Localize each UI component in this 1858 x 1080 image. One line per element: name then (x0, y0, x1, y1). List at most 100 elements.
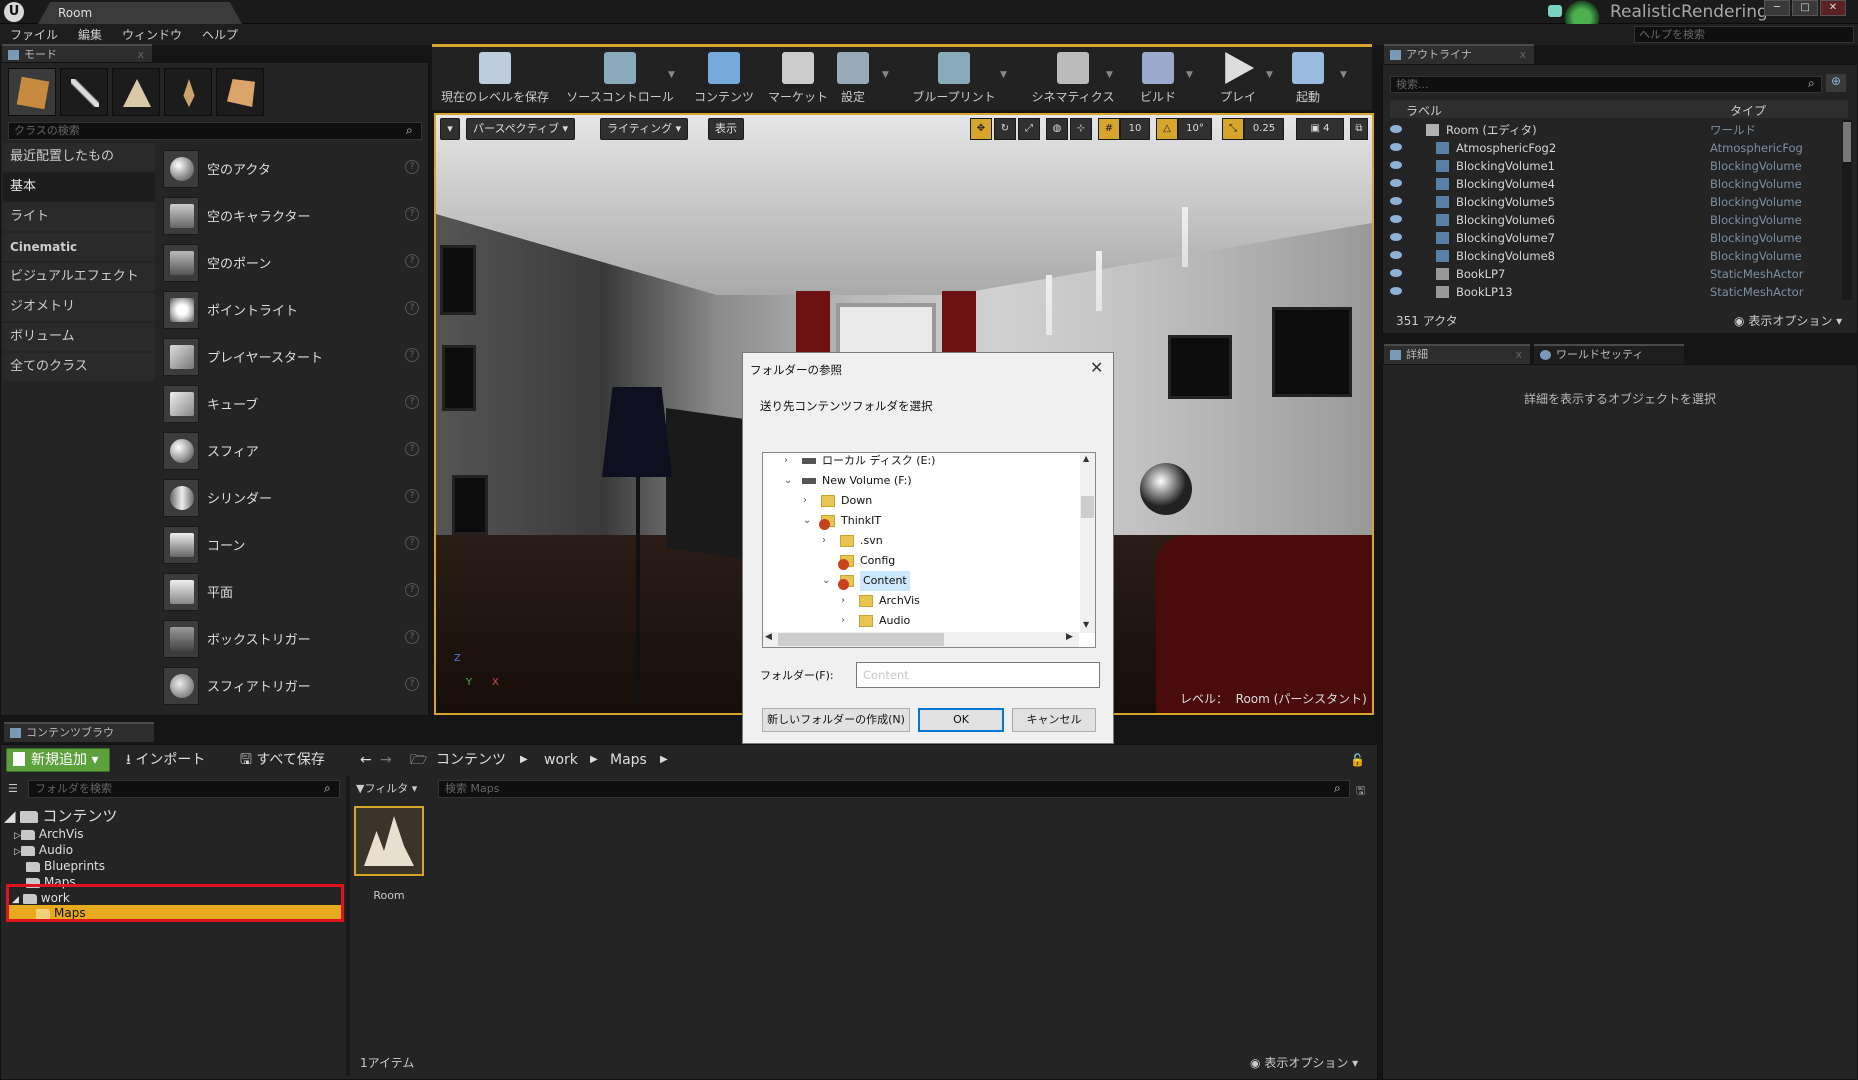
menu-window[interactable]: ウィンドウ (122, 26, 182, 43)
camera-speed-button[interactable]: ▣ 4 (1296, 118, 1344, 140)
category-all-classes[interactable]: 全てのクラス (3, 353, 155, 381)
category-recent[interactable]: 最近配置したもの (3, 143, 155, 171)
visibility-eye-icon[interactable] (1390, 233, 1402, 241)
asset-thumbnail-room[interactable] (354, 806, 424, 876)
column-type[interactable]: タイプ (1730, 102, 1766, 119)
outliner-row[interactable]: AtmosphericFog2 AtmosphericFog (1390, 139, 1840, 157)
rotate-tool-icon[interactable]: ↻ (994, 118, 1016, 140)
place-mode-button[interactable] (8, 68, 56, 116)
dialog-tree-item[interactable]: › ArchVis (764, 591, 1078, 611)
chevron-right-icon[interactable]: › (822, 531, 826, 551)
breadcrumb-separator-icon[interactable]: ▶ (590, 748, 598, 772)
help-icon[interactable]: ? (405, 348, 419, 362)
actor-item-sphere-trigger[interactable]: スフィアトリガー? (163, 663, 423, 708)
breadcrumb-contents[interactable]: コンテンツ (436, 748, 506, 772)
toolbar-save-level-button[interactable]: 現在のレベルを保存 (440, 48, 550, 108)
dialog-tree-item[interactable]: Config (764, 551, 1078, 571)
toolbar-dropdown-icon[interactable]: ▼ (1000, 70, 1007, 80)
translate-tool-icon[interactable]: ✥ (970, 118, 992, 140)
help-icon[interactable]: ? (405, 536, 419, 550)
dialog-tree-item[interactable]: ⌄ New Volume (F:) (764, 471, 1078, 491)
cancel-button[interactable]: キャンセル (1012, 708, 1096, 732)
maximize-button[interactable]: □ (1792, 0, 1818, 16)
filter-button[interactable]: ▼フィルタ ▾ (356, 780, 428, 798)
splitter[interactable] (346, 776, 350, 1076)
category-volumes[interactable]: ボリューム (3, 323, 155, 351)
chevron-down-icon[interactable]: ⌄ (822, 571, 830, 591)
asset-search-input[interactable]: 検索 Maps (438, 780, 1350, 798)
chat-icon[interactable] (1548, 5, 1562, 17)
close-button[interactable]: ✕ (1820, 0, 1846, 16)
world-local-icon[interactable]: ◍ (1046, 118, 1068, 140)
actor-item-plane[interactable]: 平面? (163, 569, 423, 614)
toolbar-dropdown-icon[interactable]: ▼ (668, 70, 675, 80)
scale-snap-icon[interactable]: ⤡ (1222, 118, 1244, 140)
toolbar-settings-button[interactable]: 設定 (826, 48, 880, 108)
actor-item-cube[interactable]: キューブ? (163, 381, 423, 426)
toolbar-launch-button[interactable]: 起動 (1276, 48, 1340, 108)
dialog-tree-item[interactable]: › Down (764, 491, 1078, 511)
maximize-viewport-icon[interactable]: ⧉ (1350, 118, 1368, 140)
breadcrumb-maps[interactable]: Maps (610, 748, 647, 772)
dialog-vertical-scrollbar[interactable] (1080, 453, 1095, 633)
outliner-row[interactable]: BookLP7 StaticMeshActor (1390, 265, 1840, 283)
dialog-tree-item[interactable]: › ローカル ディスク (E:) (764, 451, 1078, 471)
landscape-mode-button[interactable] (112, 68, 160, 116)
help-icon[interactable]: ? (405, 442, 419, 456)
outliner-view-options[interactable]: ◉ 表示オプション ▾ (1734, 312, 1842, 329)
chevron-down-icon[interactable]: ⌄ (803, 511, 811, 531)
help-icon[interactable]: ? (405, 677, 419, 691)
chevron-right-icon[interactable]: › (803, 491, 807, 511)
chevron-down-icon[interactable]: ⌄ (784, 471, 792, 491)
dialog-tree-item[interactable]: › .svn (764, 531, 1078, 551)
tab-outliner[interactable]: アウトライナ x (1384, 44, 1534, 64)
dialog-horizontal-scroll-thumb[interactable] (778, 633, 944, 646)
grid-snap-icon[interactable]: # (1098, 118, 1120, 140)
tab-modes[interactable]: モード x (2, 44, 152, 64)
toolbar-dropdown-icon[interactable]: ▼ (1266, 70, 1273, 80)
toolbar-dropdown-icon[interactable]: ▼ (1186, 70, 1193, 80)
actor-item-cone[interactable]: コーン? (163, 522, 423, 567)
scroll-right-icon[interactable]: ▶ (1066, 632, 1073, 642)
perspective-button[interactable]: パースペクティブ ▾ (466, 118, 576, 140)
dialog-tree-item[interactable]: ⌄ ThinkIT (764, 511, 1078, 531)
category-basic[interactable]: 基本 (3, 173, 155, 201)
category-cinematic[interactable]: Cinematic (3, 233, 155, 261)
tab-content-browser[interactable]: コンテンツブラウ (4, 722, 154, 742)
close-icon[interactable]: x (1519, 46, 1526, 64)
help-icon[interactable]: ? (405, 207, 419, 221)
content-view-options[interactable]: ◉ 表示オプション ▾ (1250, 1054, 1358, 1071)
help-icon[interactable]: ? (405, 630, 419, 644)
visibility-eye-icon[interactable] (1390, 179, 1402, 187)
category-geometry[interactable]: ジオメトリ (3, 293, 155, 321)
help-icon[interactable]: ? (405, 160, 419, 174)
foliage-mode-button[interactable] (164, 68, 212, 116)
history-forward-icon[interactable]: → (380, 748, 392, 772)
new-folder-button[interactable]: 新しいフォルダーの作成(N) (762, 708, 910, 732)
save-all-button[interactable]: 🖫 すべて保存 (240, 748, 325, 772)
visibility-eye-icon[interactable] (1390, 287, 1402, 295)
outliner-row[interactable]: BookLP13 StaticMeshActor (1390, 283, 1840, 301)
scroll-up-icon[interactable]: ▲ (1083, 454, 1089, 463)
outliner-scrollbar-thumb[interactable] (1843, 122, 1851, 162)
menu-edit[interactable]: 編集 (78, 26, 102, 43)
lock-icon[interactable]: 🔓 (1350, 748, 1365, 772)
geometry-mode-button[interactable] (216, 68, 264, 116)
outliner-row[interactable]: BlockingVolume8 BlockingVolume (1390, 247, 1840, 265)
show-button[interactable]: 表示 (708, 118, 744, 140)
visibility-eye-icon[interactable] (1390, 269, 1402, 277)
toolbar-source-control-button[interactable]: ソースコントロール (558, 48, 682, 108)
visibility-eye-icon[interactable] (1390, 125, 1402, 133)
menu-help[interactable]: ヘルプ (202, 26, 238, 43)
actor-item-cylinder[interactable]: シリンダー? (163, 475, 423, 520)
minimize-button[interactable]: ─ (1764, 0, 1790, 16)
outliner-row[interactable]: BlockingVolume6 BlockingVolume (1390, 211, 1840, 229)
actor-item-sphere[interactable]: スフィア? (163, 428, 423, 473)
add-new-button[interactable]: 新規追加 ▾ (6, 748, 110, 772)
dialog-vertical-scroll-thumb[interactable] (1081, 496, 1094, 518)
actor-item-player-start[interactable]: プレイヤースタート? (163, 334, 423, 379)
outliner-row[interactable]: BlockingVolume5 BlockingVolume (1390, 193, 1840, 211)
help-icon[interactable]: ? (405, 489, 419, 503)
actor-item-empty-actor[interactable]: 空のアクタ? (163, 146, 423, 191)
menu-file[interactable]: ファイル (10, 26, 58, 43)
